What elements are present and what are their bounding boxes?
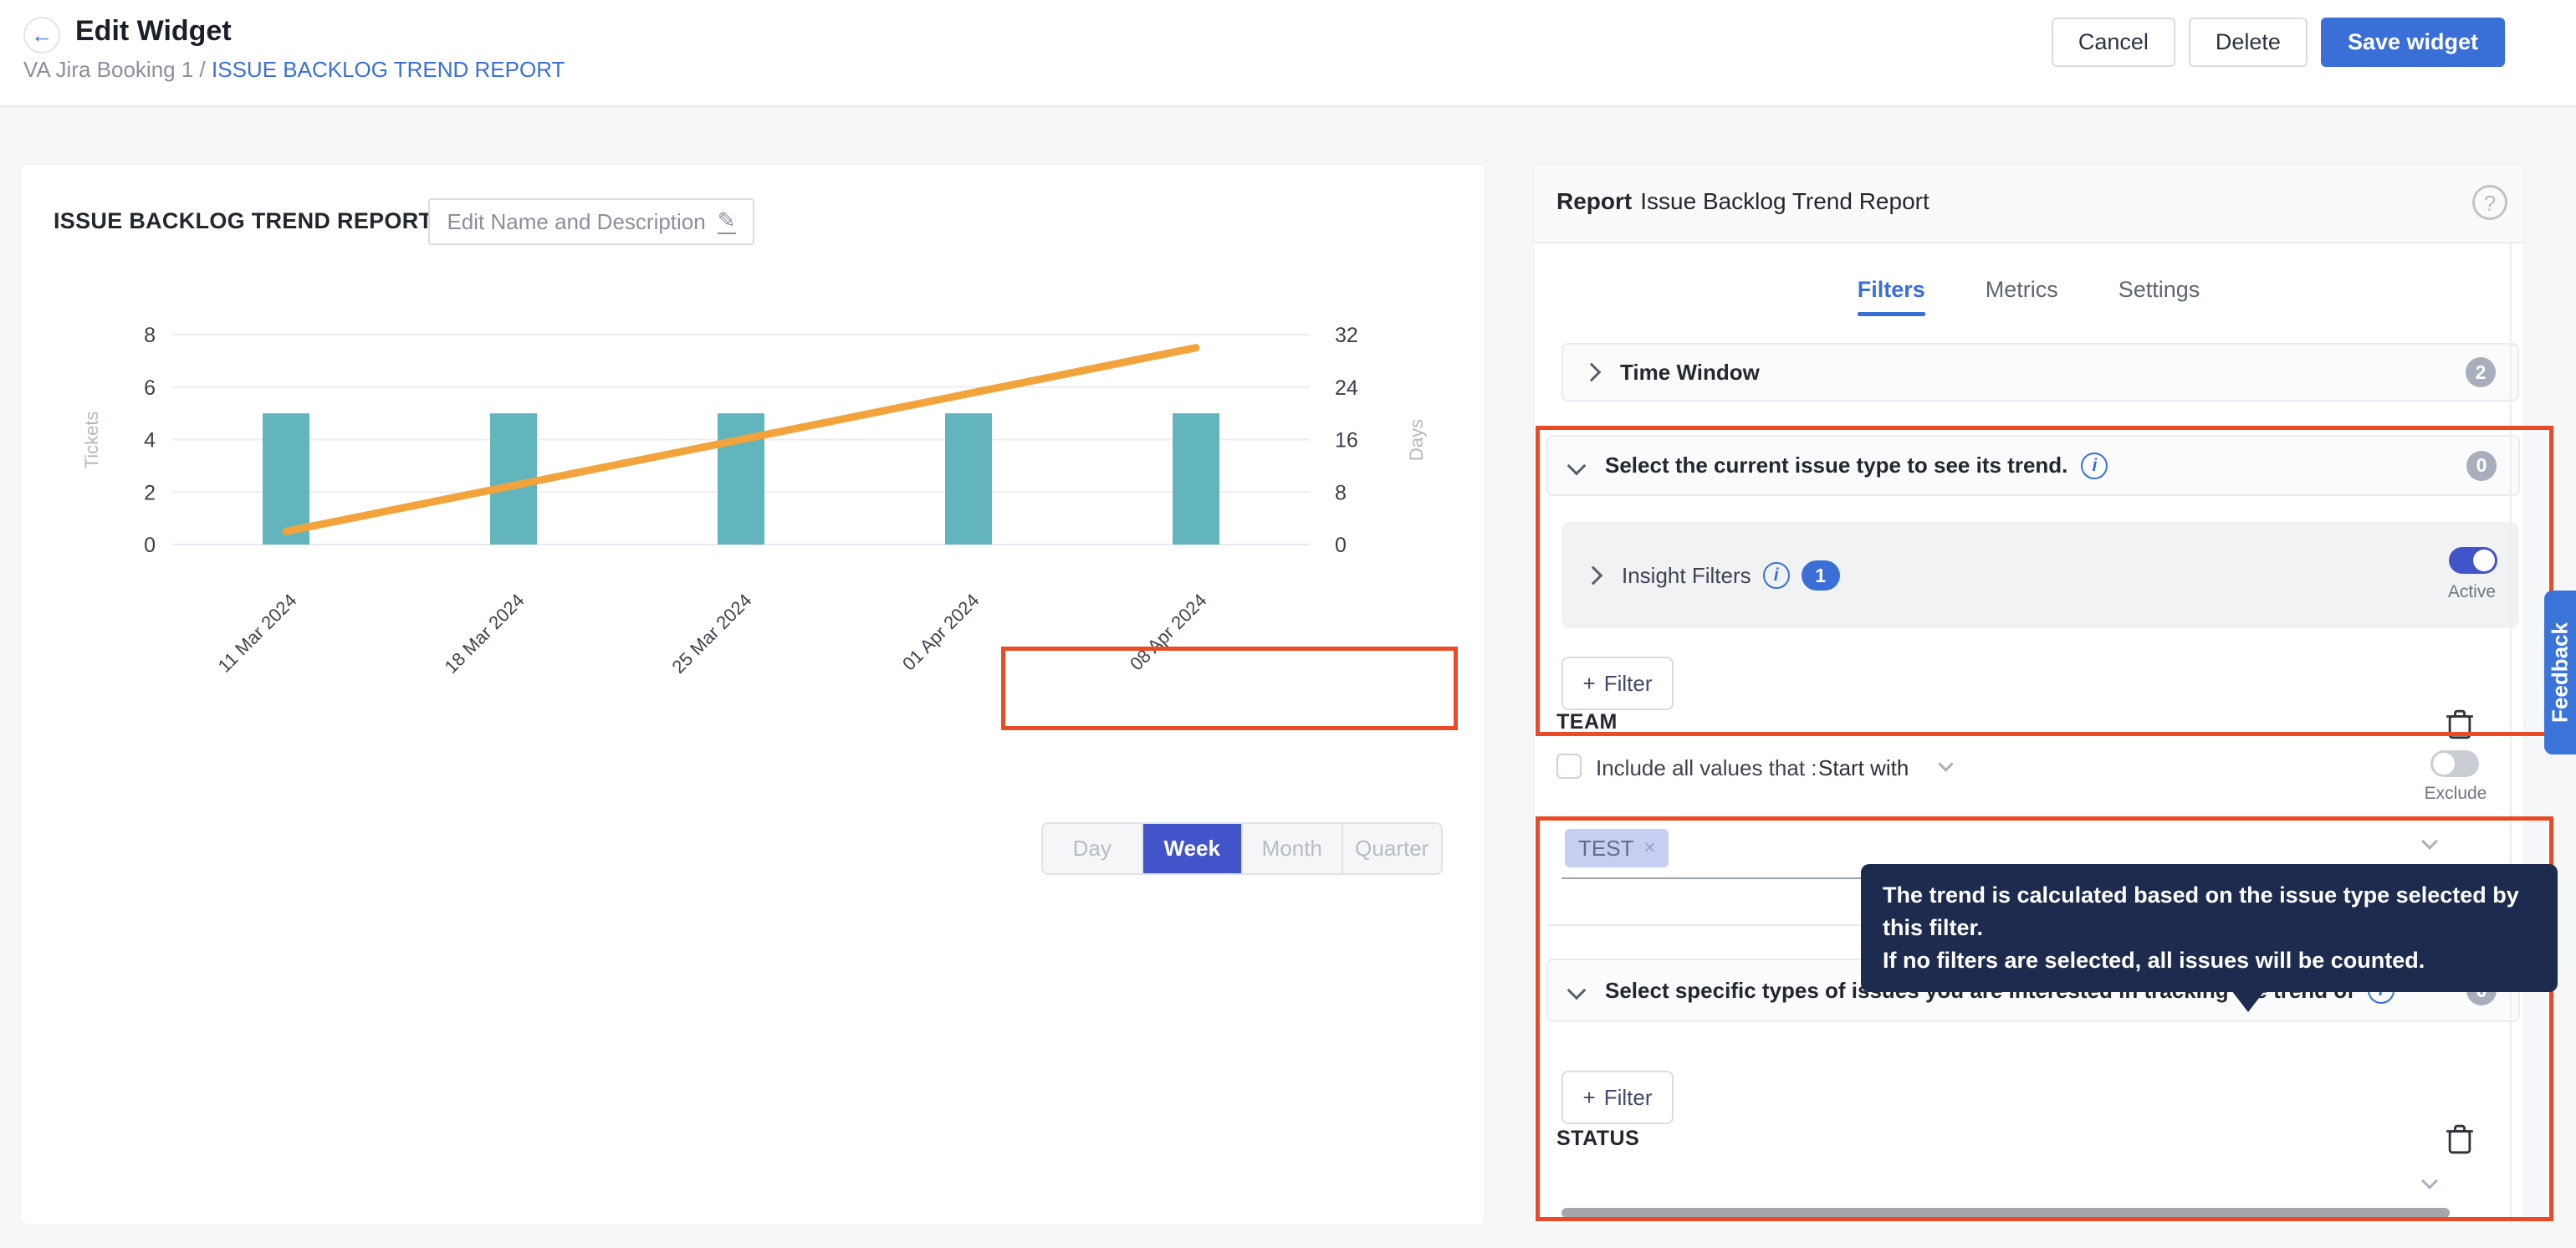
report-settings-panel: Report Issue Backlog Trend Report ? Filte…	[1533, 164, 2524, 1225]
back-button[interactable]: ←	[23, 17, 60, 54]
include-all-values-label: Include all values that :	[1596, 755, 1817, 781]
x-axis-label: 25 Mar 2024	[668, 590, 756, 678]
current-issue-type-badge: 0	[2466, 451, 2497, 481]
chevron-down-icon	[1567, 981, 1587, 1000]
report-header: Report Issue Backlog Trend Report ?	[1534, 165, 2523, 243]
chevron-down-icon[interactable]	[1938, 756, 1953, 771]
page-title: Edit Widget	[75, 15, 232, 48]
x-axis-label: 18 Mar 2024	[441, 590, 529, 678]
breadcrumb-parent[interactable]: VA Jira Booking 1	[23, 57, 193, 82]
x-axis-label: 11 Mar 2024	[214, 590, 301, 677]
report-heading-prefix: Report	[1556, 188, 1632, 214]
tab-metrics[interactable]: Metrics	[1986, 277, 2058, 316]
right-axis-tick: 8	[1335, 481, 1347, 504]
left-axis-tick: 6	[144, 376, 156, 400]
chevron-down-icon	[1567, 456, 1587, 475]
help-icon[interactable]: ?	[2472, 185, 2507, 220]
feedback-label: Feedback	[2548, 622, 2573, 723]
pencil-icon: ✎	[718, 209, 736, 234]
right-axis-tick: 24	[1335, 376, 1358, 400]
left-axis-tick: 4	[144, 429, 156, 453]
bar-01 Apr 2024[interactable]	[945, 413, 992, 545]
left-axis-tick: 0	[144, 534, 156, 557]
right-axis-tick: 32	[1335, 324, 1358, 347]
include-all-values-checkbox[interactable]	[1556, 754, 1582, 779]
exclude-toggle[interactable]	[2430, 750, 2479, 777]
tab-filters[interactable]: Filters	[1858, 277, 1925, 316]
period-quarter[interactable]: Quarter	[1342, 824, 1442, 873]
right-axis-tick: 16	[1335, 429, 1358, 453]
current-issue-type-label: Select the current issue type to see its…	[1605, 453, 2067, 478]
header-actions: Cancel Delete Save widget	[2052, 18, 2505, 67]
time-window-badge: 2	[2466, 357, 2496, 387]
time-window-label: Time Window	[1620, 360, 1760, 386]
toggle-knob	[2433, 753, 2455, 775]
insight-filters-badge: 1	[1802, 560, 1840, 591]
plus-icon: +	[1583, 671, 1596, 697]
left-axis-tick: 8	[144, 324, 156, 347]
trash-icon[interactable]	[2444, 1122, 2476, 1157]
widget-preview-panel: ISSUE BACKLOG TREND REPORT Edit Name and…	[20, 164, 1485, 1225]
breadcrumb: VA Jira Booking 1 / ISSUE BACKLOG TREND …	[23, 57, 565, 83]
report-heading-name: Issue Backlog Trend Report	[1640, 188, 1929, 214]
edit-name-label: Edit Name and Description	[447, 209, 705, 235]
delete-button[interactable]: Delete	[2189, 18, 2308, 67]
insight-filters-card: Insight Filters i 1 Active	[1561, 522, 2519, 628]
toggle-knob	[2473, 550, 2495, 571]
info-icon[interactable]: i	[2081, 453, 2108, 479]
top-header: ← Edit Widget VA Jira Booking 1 / ISSUE …	[0, 0, 2576, 107]
insight-filters-label: Insight Filters	[1622, 563, 1751, 589]
chevron-down-icon[interactable]	[2421, 1173, 2438, 1189]
chevron-right-icon[interactable]	[1584, 566, 1603, 586]
period-day[interactable]: Day	[1043, 824, 1142, 873]
trash-icon[interactable]	[2444, 707, 2476, 742]
tooltip-line-1: The trend is calculated based on the iss…	[1883, 879, 2536, 944]
tooltip-line-2: If no filters are selected, all issues w…	[1883, 944, 2536, 977]
add-filter-button[interactable]: + Filter	[1561, 657, 1674, 710]
filter-tooltip: The trend is calculated based on the iss…	[1861, 864, 2558, 992]
panel-scroll-divider	[2510, 243, 2512, 1224]
feedback-tab[interactable]: Feedback	[2544, 591, 2576, 754]
widget-title: ISSUE BACKLOG TREND REPORT	[54, 208, 432, 234]
add-filter-label: Filter	[1604, 671, 1653, 697]
add-filter-button[interactable]: + Filter	[1561, 1071, 1674, 1124]
breadcrumb-current[interactable]: ISSUE BACKLOG TREND REPORT	[212, 57, 565, 82]
period-week[interactable]: Week	[1142, 824, 1242, 873]
edit-name-description-button[interactable]: Edit Name and Description ✎	[428, 198, 754, 245]
horizontal-scrollbar[interactable]	[1561, 1208, 2450, 1218]
period-segmented-control: Day Week Month Quarter	[1041, 822, 1443, 875]
x-axis-label: 01 Apr 2024	[898, 590, 984, 675]
right-axis-title: Days	[1406, 419, 1427, 461]
accordion-time-window[interactable]: Time Window 2	[1561, 343, 2519, 402]
plus-icon: +	[1583, 1085, 1596, 1111]
right-axis-tick: 0	[1335, 534, 1347, 557]
accordion-current-issue-type[interactable]: Select the current issue type to see its…	[1546, 435, 2520, 496]
report-tabs: Filters Metrics Settings	[1534, 277, 2523, 316]
trend-chart: 0 0 2 8 4 16 6 24 8 32 Tickets Days 11 Mar 2024 18 Ma…	[76, 277, 1456, 754]
active-toggle[interactable]	[2449, 547, 2497, 574]
exclude-toggle-label: Exclude	[2424, 784, 2487, 804]
bar-08 Apr 2024[interactable]	[1173, 413, 1219, 545]
breadcrumb-separator: /	[200, 57, 206, 82]
save-widget-button[interactable]: Save widget	[2321, 18, 2505, 67]
report-heading: Report Issue Backlog Trend Report	[1556, 188, 1929, 215]
left-axis-title: Tickets	[81, 412, 102, 469]
status-filter-label: STATUS	[1556, 1127, 1639, 1151]
x-axis-label: 08 Apr 2024	[1126, 590, 1211, 675]
period-month[interactable]: Month	[1241, 824, 1342, 873]
tooltip-caret	[2231, 990, 2265, 1012]
cancel-button[interactable]: Cancel	[2052, 18, 2175, 67]
add-filter-label: Filter	[1604, 1085, 1653, 1111]
chevron-right-icon	[1582, 363, 1602, 382]
team-filter-label: TEAM	[1556, 710, 1618, 734]
operator-select-value[interactable]: Start with	[1818, 755, 1909, 781]
active-toggle-label: Active	[2448, 582, 2496, 602]
left-axis-tick: 2	[144, 481, 156, 504]
info-icon[interactable]: i	[1763, 562, 1790, 589]
tab-settings[interactable]: Settings	[2119, 277, 2200, 316]
